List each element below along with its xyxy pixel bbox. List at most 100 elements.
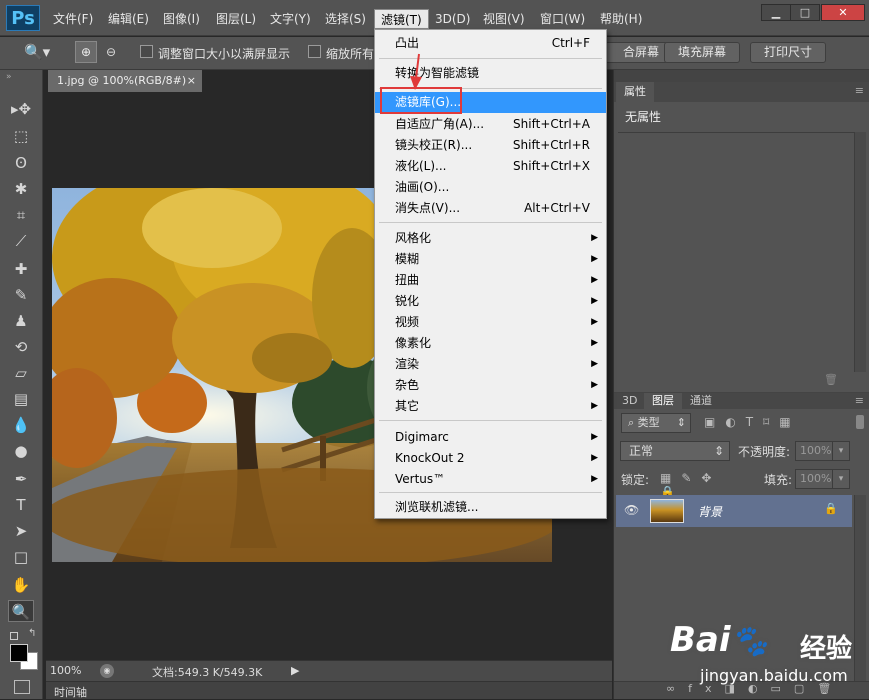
menu-type[interactable]: 文字(Y) xyxy=(264,9,317,29)
zoom-tool-preset-icon[interactable]: 🔍▾ xyxy=(24,43,64,63)
menu-separator xyxy=(379,492,602,493)
layers-panel-menu-icon[interactable]: ≡ xyxy=(855,394,864,407)
layer-row-background[interactable]: 👁 背景 🔒 xyxy=(616,495,852,527)
menu-item-vertus[interactable]: Vertus™ ▶ xyxy=(375,469,606,490)
menu-item-distort[interactable]: 扭曲 ▶ xyxy=(375,270,606,291)
healing-brush-tool-icon[interactable]: ✚ xyxy=(8,258,34,280)
blend-mode-select[interactable]: 正常 ⇕ xyxy=(620,441,730,461)
brush-tool-icon[interactable]: ✎ xyxy=(8,284,34,306)
menu-item-vanishing-point[interactable]: 消失点(V)... Alt+Ctrl+V xyxy=(375,198,606,219)
zoom-tool-icon[interactable]: 🔍 xyxy=(8,600,34,622)
fill-screen-button[interactable]: 填充屏幕 xyxy=(664,42,740,63)
fill-dropdown-icon[interactable]: ▾ xyxy=(832,469,850,489)
timeline-tab[interactable]: 时间轴 xyxy=(54,684,87,700)
menu-item-adaptive-wide-angle[interactable]: 自适应广角(A)... Shift+Ctrl+A xyxy=(375,114,606,135)
fill-label: 填充: xyxy=(764,473,793,487)
menu-file[interactable]: 文件(F) xyxy=(47,9,99,29)
menu-item-sharpen[interactable]: 锐化 ▶ xyxy=(375,291,606,312)
menu-item-blur[interactable]: 模糊 ▶ xyxy=(375,249,606,270)
layer-name[interactable]: 背景 xyxy=(698,503,722,520)
zoom-in-icon[interactable]: ⊕ xyxy=(75,41,97,63)
menu-select[interactable]: 选择(S) xyxy=(319,9,372,29)
panel-menu-icon[interactable]: ≡ xyxy=(855,84,864,97)
menu-separator xyxy=(379,222,602,223)
delete-icon[interactable]: 🗑 xyxy=(824,373,838,386)
minimize-button[interactable]: ▁ xyxy=(761,4,791,21)
menu-item-browse-filters-online[interactable]: 浏览联机滤镜... xyxy=(375,497,606,518)
tab-3d[interactable]: 3D xyxy=(614,393,645,409)
menu-item-stylize[interactable]: 风格化 ▶ xyxy=(375,228,606,249)
menu-item-noise[interactable]: 杂色 ▶ xyxy=(375,375,606,396)
tab-channels[interactable]: 通道 xyxy=(682,393,720,409)
visibility-eye-icon[interactable]: 👁 xyxy=(624,503,639,517)
default-colors-icon[interactable] xyxy=(10,632,18,640)
menu-help[interactable]: 帮助(H) xyxy=(594,9,648,29)
gradient-tool-icon[interactable]: ▤ xyxy=(8,388,34,410)
hand-tool-icon[interactable]: ✋ xyxy=(8,574,34,596)
menu-item-video[interactable]: 视频 ▶ xyxy=(375,312,606,333)
swap-colors-icon[interactable]: ↰ xyxy=(28,628,36,639)
layer-thumbnail xyxy=(650,499,684,523)
status-menu-arrow-icon[interactable]: ▶ xyxy=(291,664,299,677)
resize-window-checkbox[interactable] xyxy=(140,45,153,58)
opacity-dropdown-icon[interactable]: ▾ xyxy=(832,441,850,461)
marquee-tool-icon[interactable]: ⬚ xyxy=(8,125,34,147)
opacity-label: 不透明度: xyxy=(738,445,791,459)
quick-mask-icon[interactable] xyxy=(14,680,30,694)
history-brush-tool-icon[interactable]: ⟲ xyxy=(8,336,34,358)
pen-tool-icon[interactable]: ✒ xyxy=(8,468,34,490)
filter-toggle[interactable] xyxy=(856,415,864,429)
magic-wand-tool-icon[interactable]: ✱ xyxy=(8,178,34,200)
menu-filter[interactable]: 滤镜(T) xyxy=(374,9,429,29)
menu-3d[interactable]: 3D(D) xyxy=(429,9,476,29)
type-tool-icon[interactable]: T xyxy=(8,494,34,516)
tab-properties[interactable]: 属性 xyxy=(616,82,654,102)
submenu-arrow-icon: ▶ xyxy=(591,474,598,484)
zoom-level[interactable]: 100% xyxy=(50,664,81,677)
move-tool-icon[interactable]: ▸✥ xyxy=(8,98,34,120)
blur-tool-icon[interactable]: 💧 xyxy=(8,414,34,436)
collapse-icon[interactable]: » xyxy=(6,72,12,82)
tab-layers[interactable]: 图层 xyxy=(644,393,682,409)
dodge-tool-icon[interactable]: ● xyxy=(8,440,34,462)
path-selection-tool-icon[interactable]: ➤ xyxy=(8,520,34,542)
layer-filter-icons[interactable]: ▣◐T⌑▦ xyxy=(704,415,854,431)
crop-tool-icon[interactable]: ⌗ xyxy=(8,204,34,226)
menu-item-liquify[interactable]: 液化(L)... Shift+Ctrl+X xyxy=(375,156,606,177)
menu-item-extrude[interactable]: 凸出 Ctrl+F xyxy=(375,33,606,54)
menu-item-oil-paint[interactable]: 油画(O)... xyxy=(375,177,606,198)
zoom-all-checkbox[interactable] xyxy=(308,45,321,58)
submenu-arrow-icon: ▶ xyxy=(591,432,598,442)
close-tab-icon[interactable]: × xyxy=(187,70,196,92)
submenu-arrow-icon: ▶ xyxy=(591,233,598,243)
close-window-button[interactable]: ✕ xyxy=(821,4,865,21)
status-bar: 100% ◉ 文档:549.3 K/549.3K ▶ xyxy=(46,660,612,681)
maximize-button[interactable]: □ xyxy=(790,4,820,21)
menu-item-pixelate[interactable]: 像素化 ▶ xyxy=(375,333,606,354)
status-info-icon[interactable]: ◉ xyxy=(100,664,114,678)
eraser-tool-icon[interactable]: ▱ xyxy=(8,362,34,384)
eyedropper-tool-icon[interactable]: ⟋ xyxy=(8,230,34,252)
menu-item-digimarc[interactable]: Digimarc ▶ xyxy=(375,427,606,448)
menu-item-render[interactable]: 渲染 ▶ xyxy=(375,354,606,375)
menu-item-knockout[interactable]: KnockOut 2 ▶ xyxy=(375,448,606,469)
document-tab[interactable]: 1.jpg @ 100%(RGB/8#) × xyxy=(48,70,202,92)
lasso-tool-icon[interactable]: ʘ xyxy=(8,152,34,174)
fit-screen-button[interactable]: 合屏幕 xyxy=(605,42,668,63)
menu-item-lens-correction[interactable]: 镜头校正(R)... Shift+Ctrl+R xyxy=(375,135,606,156)
submenu-arrow-icon: ▶ xyxy=(591,296,598,306)
properties-scrollbar[interactable] xyxy=(854,132,866,372)
foreground-color-swatch[interactable] xyxy=(10,644,28,662)
print-size-button[interactable]: 打印尺寸 xyxy=(750,42,826,63)
zoom-out-icon[interactable]: ⊖ xyxy=(100,41,122,63)
menu-image[interactable]: 图像(I) xyxy=(157,9,206,29)
rectangle-tool-icon[interactable]: □ xyxy=(8,546,34,568)
menu-view[interactable]: 视图(V) xyxy=(477,9,531,29)
layer-filter-select[interactable]: ⌕ 类型 ⇕ xyxy=(621,413,691,433)
clone-stamp-tool-icon[interactable]: ♟ xyxy=(8,310,34,332)
menu-edit[interactable]: 编辑(E) xyxy=(102,9,155,29)
menu-layer[interactable]: 图层(L) xyxy=(210,9,262,29)
menu-window[interactable]: 窗口(W) xyxy=(534,9,591,29)
menu-item-other[interactable]: 其它 ▶ xyxy=(375,396,606,417)
properties-tabbar: 属性 ≡ xyxy=(614,82,869,102)
